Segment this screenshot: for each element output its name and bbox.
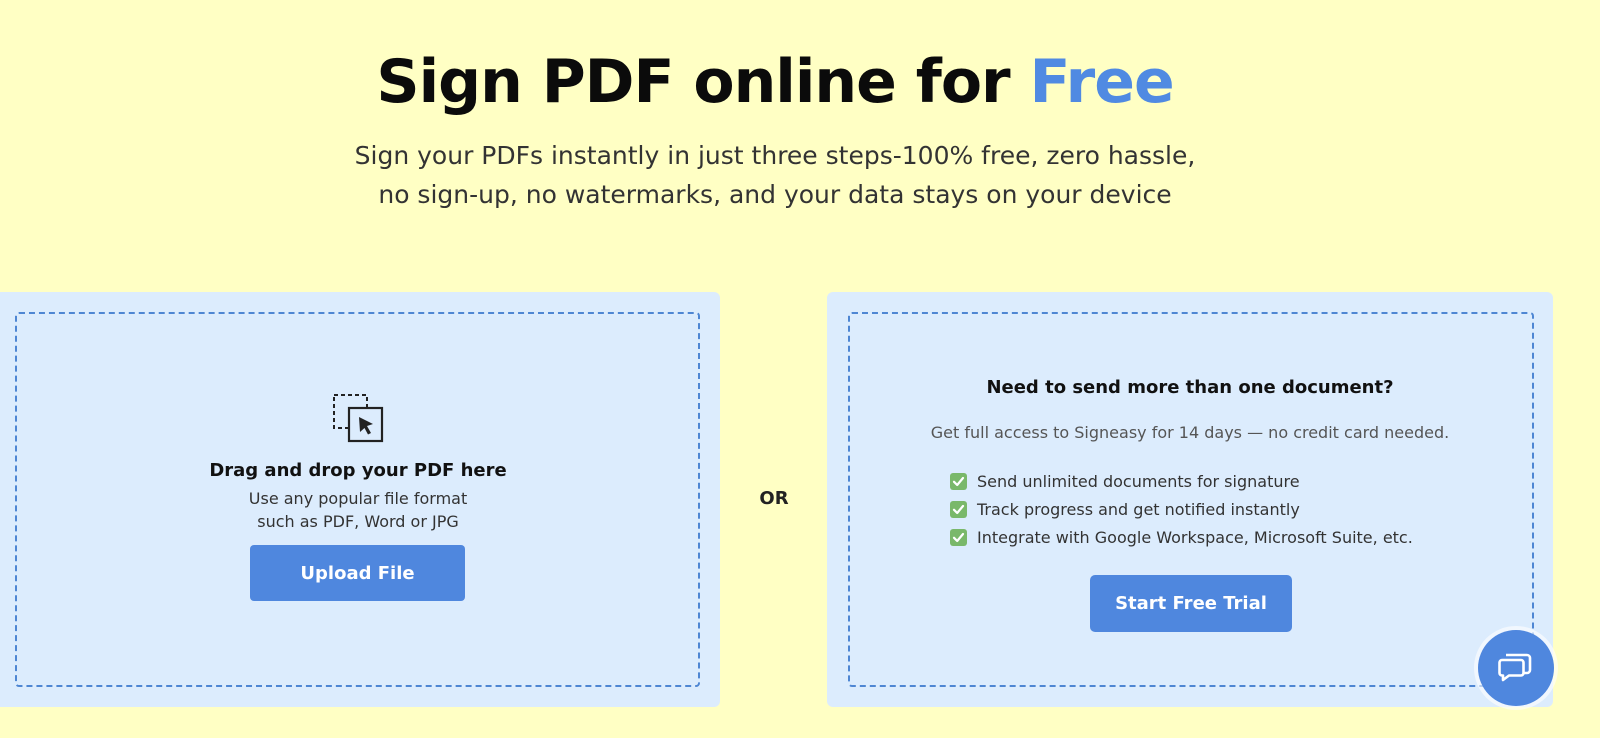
page-subtitle: Sign your PDFs instantly in just three s…: [0, 136, 1550, 214]
chat-widget-button[interactable]: [1478, 630, 1554, 706]
feature-item: Integrate with Google Workspace, Microso…: [950, 523, 1413, 551]
check-icon: [950, 528, 967, 546]
free-trial-subtitle: Get full access to Signeasy for 14 days …: [930, 423, 1450, 442]
dropzone-hint: Use any popular file format such as PDF,…: [0, 487, 716, 533]
or-divider-label: OR: [759, 488, 789, 509]
check-icon: [950, 472, 967, 490]
feature-text: Send unlimited documents for signature: [977, 471, 1300, 491]
page-subtitle-line-1: Sign your PDFs instantly in just three s…: [354, 141, 1196, 170]
free-trial-title: Need to send more than one document?: [986, 377, 1394, 398]
page-title: Sign PDF online for Free: [0, 42, 1550, 122]
feature-text: Track progress and get notified instantl…: [977, 499, 1300, 519]
feature-item: Send unlimited documents for signature: [950, 467, 1413, 495]
dropzone-title: Drag and drop your PDF here: [209, 460, 507, 481]
feature-list: Send unlimited documents for signature T…: [950, 467, 1413, 551]
page-title-main: Sign PDF online for: [376, 47, 1030, 117]
feature-item: Track progress and get notified instantl…: [950, 495, 1413, 523]
dropzone-hint-line-2: such as PDF, Word or JPG: [257, 512, 459, 531]
upload-file-button[interactable]: Upload File: [250, 545, 465, 601]
drag-drop-cursor-icon: [332, 393, 386, 445]
start-free-trial-button[interactable]: Start Free Trial: [1090, 575, 1292, 632]
page-title-accent: Free: [1029, 47, 1175, 117]
check-icon: [950, 500, 967, 518]
page-subtitle-line-2: no sign-up, no watermarks, and your data…: [378, 180, 1172, 209]
feature-text: Integrate with Google Workspace, Microso…: [977, 527, 1413, 547]
chat-bubbles-icon: [1497, 648, 1535, 689]
page: Sign PDF online for Free Sign your PDFs …: [0, 0, 1600, 738]
dropzone-hint-line-1: Use any popular file format: [248, 489, 468, 508]
